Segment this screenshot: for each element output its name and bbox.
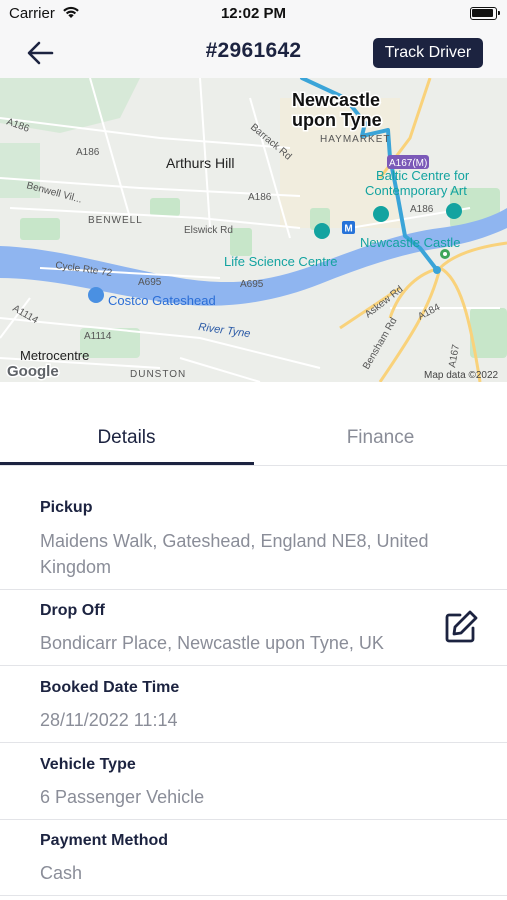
map-label-a186-2: A186 — [76, 147, 100, 158]
map-label-arthurs-hill: Arthurs Hill — [166, 155, 234, 171]
edit-dropoff-button[interactable] — [443, 609, 479, 645]
clock: 12:02 PM — [220, 5, 287, 22]
pickup-value: Maidens Walk, Gateshead, England NE8, Un… — [40, 531, 429, 577]
map-label-dunston: DUNSTON — [130, 369, 186, 380]
map-label-newcastle-2: upon Tyne — [292, 110, 382, 130]
payment-row: Payment Method Cash — [0, 820, 507, 896]
map-label-elswick-rd: Elswick Rd — [184, 225, 233, 236]
map-label-baltic-1: Baltic Centre for — [376, 168, 470, 183]
map-metro-marker: M — [344, 224, 352, 235]
payment-label: Payment Method — [40, 832, 169, 849]
vehicle-row: Vehicle Type 6 Passenger Vehicle — [0, 743, 507, 820]
map-attribution: Map data ©2022 — [424, 370, 499, 381]
battery-icon — [470, 7, 500, 20]
map-label-baltic-2: Contemporary Art — [365, 183, 467, 198]
map-label-life-science: Life Science Centre — [224, 254, 337, 269]
booked-row: Booked Date Time 28/11/2022 11:14 — [0, 666, 507, 743]
booked-label: Booked Date Time — [40, 679, 180, 696]
google-logo: Google — [7, 363, 59, 380]
payment-value: Cash — [40, 863, 83, 883]
tab-details[interactable]: Details — [0, 414, 253, 466]
vehicle-value: 6 Passenger Vehicle — [40, 787, 205, 807]
vehicle-label: Vehicle Type — [40, 756, 136, 773]
map-label-a186-4: A186 — [410, 204, 434, 215]
map-label-a695-2: A695 — [240, 279, 264, 290]
map-label-a695-1: A695 — [138, 277, 162, 288]
track-driver-button[interactable]: Track Driver — [373, 38, 483, 68]
map-label-benwell: BENWELL — [88, 215, 143, 226]
edit-icon — [445, 610, 478, 643]
tab-finance[interactable]: Finance — [254, 414, 507, 466]
dropoff-label: Drop Off — [40, 602, 105, 619]
dropoff-value: Bondicarr Place, Newcastle upon Tyne, UK — [40, 633, 384, 653]
booked-value: 28/11/2022 11:14 — [40, 710, 178, 730]
nav-bar: #2961642 Track Driver — [0, 28, 507, 78]
map-label-newcastle-1: Newcastle — [292, 90, 380, 110]
map-label-haymarket: HAYMARKET — [320, 134, 391, 145]
pickup-row: Pickup Maidens Walk, Gateshead, England … — [0, 466, 507, 590]
route-map[interactable]: M A167(M) Newcastle upon Tyne HAYMARKET … — [0, 78, 507, 382]
status-bar: Carrier 12:02 PM — [0, 0, 507, 28]
map-label-a186-3: A186 — [248, 192, 272, 203]
dropoff-row: Drop Off Bondicarr Place, Newcastle upon… — [0, 590, 507, 666]
pickup-label: Pickup — [40, 499, 93, 516]
map-label-newcastle-castle: Newcastle Castle — [360, 235, 460, 250]
tab-bar: Details Finance — [0, 414, 507, 466]
map-label-metrocentre: Metrocentre — [20, 348, 89, 363]
map-label-costco: Costco Gateshead — [108, 293, 216, 308]
map-label-a1114-2: A1114 — [84, 331, 112, 342]
